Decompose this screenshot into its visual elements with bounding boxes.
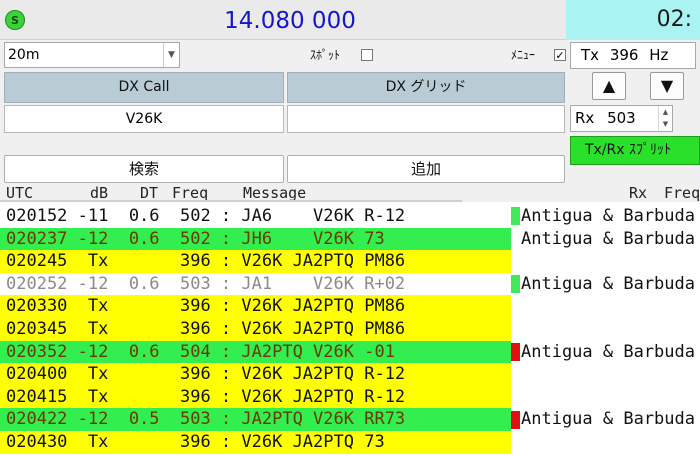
tx-label: Tx bbox=[581, 46, 600, 64]
band-select[interactable]: 20m ▼ bbox=[4, 42, 180, 68]
table-row[interactable]: 020237 -12 0.6 502 : JH6 V26K 73 bbox=[0, 227, 511, 251]
table-row[interactable]: 020345 Tx 396 : V26K JA2PTQ PM86 bbox=[0, 318, 511, 341]
dx-call-field[interactable]: V26K bbox=[4, 105, 284, 133]
dx-grid-header[interactable]: DX グリッド bbox=[287, 72, 565, 103]
band-value: 20m bbox=[8, 47, 40, 63]
spin-down-icon[interactable]: ▼ bbox=[663, 120, 668, 128]
spot-checkbox[interactable] bbox=[361, 49, 373, 61]
country-label: Antigua & Barbuda bbox=[521, 341, 695, 362]
table-row[interactable]: 020415 Tx 396 : V26K JA2PTQ R-12 bbox=[0, 385, 511, 409]
country-label: Antigua & Barbuda bbox=[521, 273, 695, 294]
rx-label: Rx bbox=[575, 109, 595, 127]
tx-unit: Hz bbox=[649, 46, 669, 64]
country-label: Antigua & Barbuda bbox=[521, 206, 695, 226]
dx-grid-field[interactable] bbox=[287, 105, 565, 133]
dx-call-header[interactable]: DX Call bbox=[4, 72, 284, 103]
country-label: Antigua & Barbuda bbox=[521, 409, 695, 430]
tx-rx-split-button[interactable]: Tx/Rx ｽﾌﾟﾘｯﾄ bbox=[570, 136, 700, 165]
spin-up-icon[interactable]: ▲ bbox=[663, 108, 668, 116]
tx-down-button[interactable]: ▼ bbox=[650, 72, 684, 100]
utc-clock: 02: bbox=[566, 0, 700, 40]
up-arrow-icon: ▲ bbox=[602, 76, 616, 95]
table-row[interactable]: 020352 -12 0.6 504 : JA2PTQ V26K -01 bbox=[0, 340, 511, 364]
rx-mark bbox=[511, 207, 520, 226]
table-row[interactable]: 020245 Tx 396 : V26K JA2PTQ PM86 bbox=[0, 250, 511, 273]
tx-frequency-box[interactable]: Tx 396 Hz bbox=[570, 42, 696, 69]
chevron-down-icon[interactable]: ▼ bbox=[163, 43, 179, 67]
down-arrow-icon: ▼ bbox=[660, 76, 674, 95]
table-row[interactable]: 020422 -12 0.5 503 : JA2PTQ V26K RR73 bbox=[0, 408, 511, 431]
tx-up-button[interactable]: ▲ bbox=[592, 72, 626, 100]
col-freq2: Freq bbox=[664, 184, 700, 202]
rx-mark bbox=[511, 342, 520, 361]
status-s-icon[interactable]: S bbox=[5, 10, 25, 30]
table-row[interactable]: 020400 Tx 396 : V26K JA2PTQ R-12 bbox=[0, 363, 511, 386]
decode-list[interactable]: 020152 -11 0.6 502 : JA6 V26K R-12 Antigu… bbox=[0, 202, 700, 456]
rx-mark bbox=[511, 275, 520, 294]
col-rx: Rx bbox=[629, 184, 648, 202]
table-row[interactable]: 020252 -12 0.6 503 : JA1 V26K R+02 bbox=[0, 272, 511, 296]
rx-value: 503 bbox=[607, 109, 636, 127]
search-button[interactable]: 検索 bbox=[4, 155, 284, 183]
table-row[interactable]: 020430 Tx 396 : V26K JA2PTQ 73 bbox=[0, 431, 511, 454]
table-row[interactable]: 020330 Tx 396 : V26K JA2PTQ PM86 bbox=[0, 295, 511, 318]
menu-checkbox[interactable]: ✓ bbox=[554, 49, 566, 61]
tx-value: 396 bbox=[609, 46, 639, 64]
menu-label: ﾒﾆｭｰ bbox=[511, 48, 536, 62]
spot-label: ｽﾎﾟｯﾄ bbox=[310, 48, 341, 62]
rx-mark bbox=[511, 410, 520, 429]
frequency-display[interactable]: 14.080 000 bbox=[160, 6, 420, 36]
add-button[interactable]: 追加 bbox=[287, 155, 565, 183]
rx-spinner[interactable]: ▲ ▼ bbox=[658, 106, 672, 131]
table-row[interactable]: 020152 -11 0.6 502 : JA6 V26K R-12 bbox=[0, 205, 511, 228]
country-label: Antigua & Barbuda bbox=[521, 228, 695, 249]
